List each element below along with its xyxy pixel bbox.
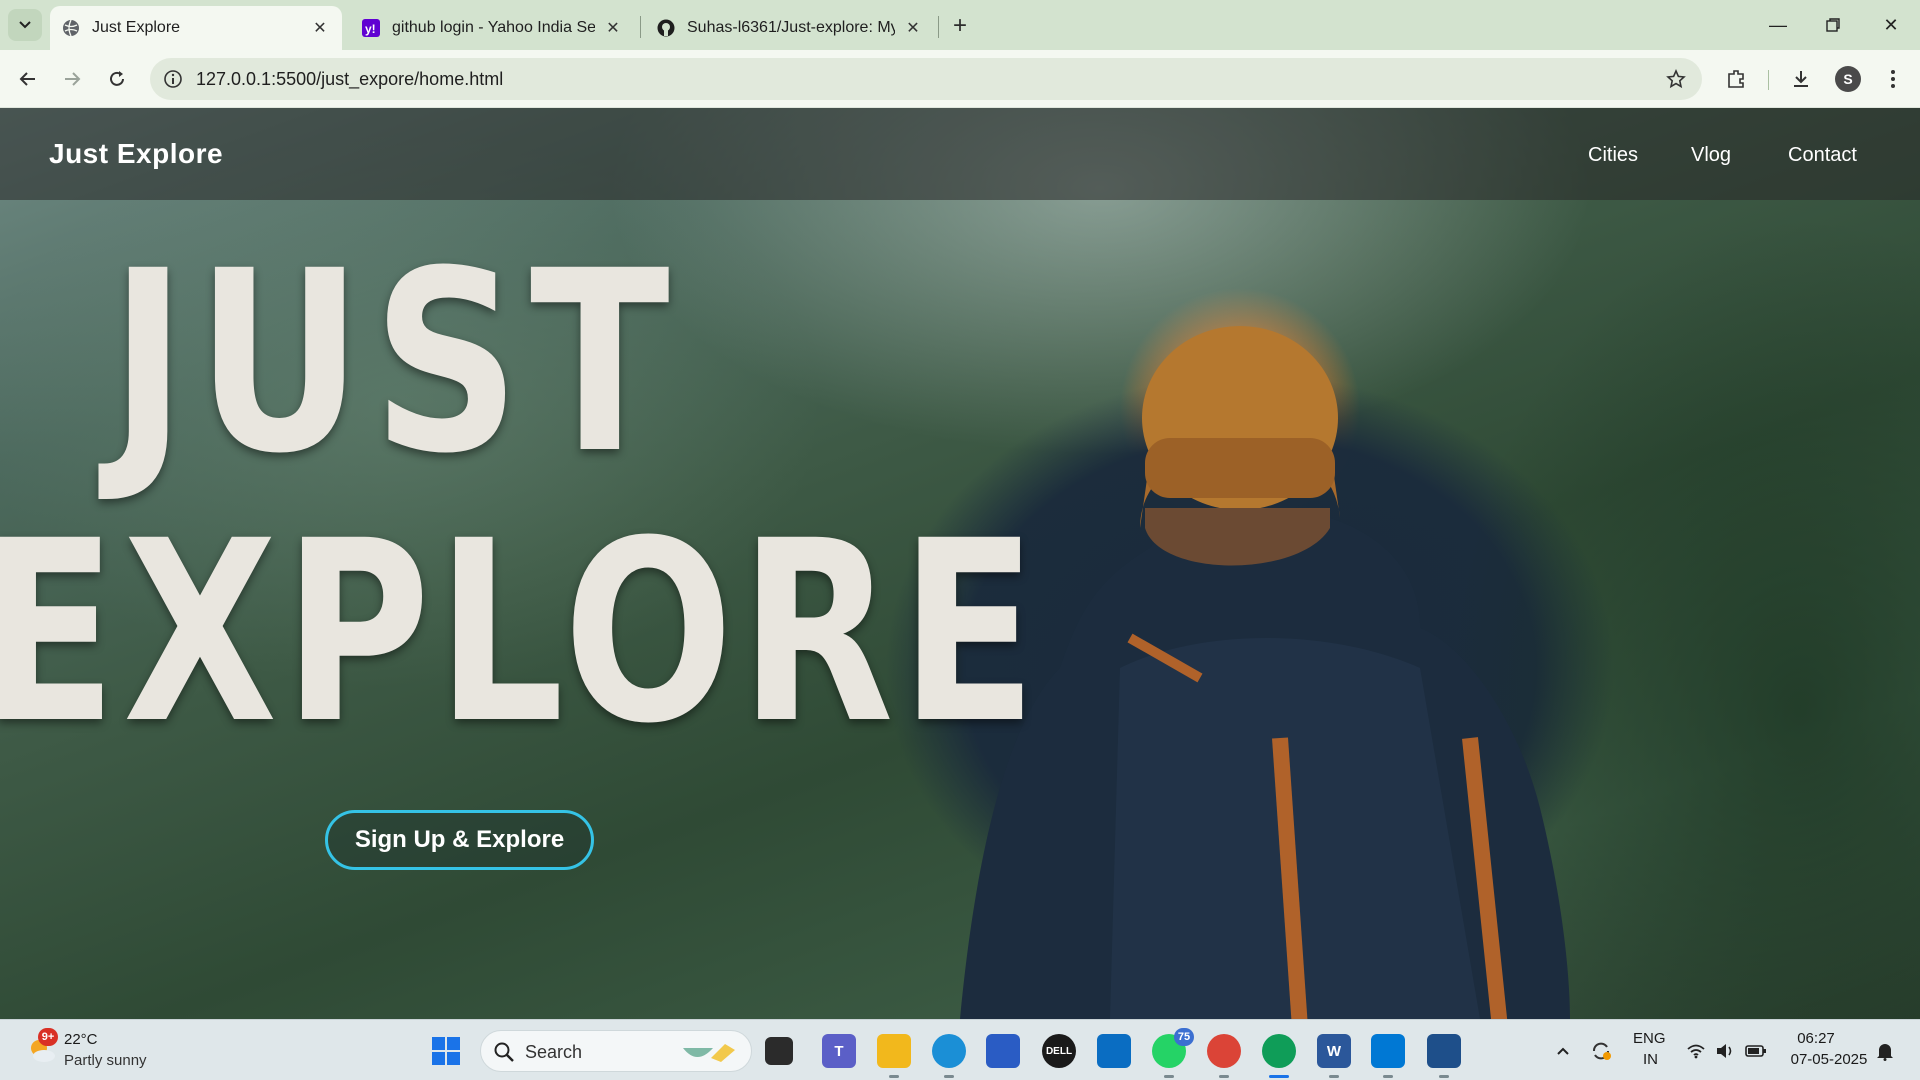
close-tab-icon[interactable]: ✕ — [603, 18, 623, 38]
github-icon — [657, 19, 675, 37]
tab-yahoo-search[interactable]: y! github login - Yahoo India Sear ✕ — [350, 6, 635, 50]
weather-badge: 9+ — [38, 1028, 58, 1046]
hero-title-line-1: JUST — [110, 217, 680, 508]
search-placeholder: Search — [525, 1042, 583, 1062]
chrome-profile-t-icon[interactable] — [1207, 1034, 1241, 1078]
url-text[interactable]: 127.0.0.1:5500/just_expore/home.html — [196, 69, 503, 90]
tab-separator — [640, 16, 641, 38]
file-explorer-icon[interactable] — [877, 1034, 911, 1078]
close-tab-icon[interactable]: ✕ — [903, 18, 923, 38]
toolbar-divider — [1768, 70, 1769, 90]
region-indicator[interactable]: IN — [1643, 1051, 1658, 1068]
nav-link-cities[interactable]: Cities — [1588, 144, 1638, 167]
search-highlight-icon — [683, 1044, 735, 1062]
address-bar[interactable]: 127.0.0.1:5500/just_expore/home.html — [150, 58, 1702, 100]
notifications-bell-icon[interactable] — [1874, 1040, 1896, 1062]
remote-desktop-icon[interactable] — [1097, 1034, 1131, 1068]
yahoo-icon: y! — [362, 19, 380, 37]
word-icon[interactable]: W — [1317, 1034, 1351, 1078]
bookmark-star-icon[interactable] — [1664, 67, 1688, 91]
clock-time[interactable]: 06:27 — [1786, 1030, 1846, 1047]
close-window-icon[interactable]: ✕ — [1876, 10, 1906, 40]
teams-icon[interactable]: T — [822, 1034, 856, 1068]
restore-icon[interactable] — [1818, 10, 1848, 40]
site-navbar: Just Explore Cities Vlog Contact — [0, 108, 1920, 200]
globe-icon — [62, 19, 80, 37]
language-indicator[interactable]: ENG — [1633, 1030, 1666, 1047]
chevron-up-icon[interactable] — [1552, 1040, 1574, 1062]
vscode-icon[interactable] — [1371, 1034, 1405, 1078]
tab-title: github login - Yahoo India Sear — [392, 19, 595, 36]
clock-date[interactable]: 07-05-2025 — [1786, 1051, 1872, 1068]
site-info-icon[interactable] — [162, 68, 184, 90]
nav-link-contact[interactable]: Contact — [1788, 144, 1857, 167]
tab-title: Just Explore — [92, 19, 181, 36]
new-tab-button[interactable]: + — [946, 12, 974, 40]
tab-separator — [938, 16, 939, 38]
tab-just-explore[interactable]: Just Explore ✕ — [50, 6, 342, 50]
chevron-down-icon — [19, 21, 31, 29]
extensions-icon[interactable] — [1722, 65, 1750, 93]
microsoft-store-icon[interactable] — [986, 1034, 1020, 1068]
browser-toolbar: 127.0.0.1:5500/just_expore/home.html S — [0, 50, 1920, 108]
search-icon — [494, 1042, 514, 1062]
task-view-icon[interactable] — [765, 1037, 793, 1065]
dell-icon[interactable]: DELL — [1042, 1034, 1076, 1068]
chrome-profile-s-icon[interactable] — [1262, 1034, 1296, 1078]
minimize-icon[interactable]: — — [1763, 10, 1793, 40]
download-icon[interactable] — [1787, 65, 1815, 93]
close-tab-icon[interactable]: ✕ — [310, 18, 330, 38]
edge-icon[interactable] — [932, 1034, 966, 1078]
site-brand[interactable]: Just Explore — [49, 138, 223, 170]
hero-title-line-2: EXPLORE — [0, 487, 1044, 778]
battery-icon[interactable] — [1745, 1040, 1767, 1062]
browser-tab-strip: Just Explore ✕ y! github login - Yahoo I… — [0, 0, 1920, 50]
volume-icon[interactable] — [1714, 1040, 1736, 1062]
nav-link-vlog[interactable]: Vlog — [1691, 144, 1731, 167]
signup-explore-button[interactable]: Sign Up & Explore — [325, 810, 594, 870]
windows-taskbar: 9+ 22°C Partly sunny Search T DELL 75 W … — [0, 1019, 1920, 1080]
whatsapp-badge: 75 — [1174, 1028, 1194, 1046]
svg-text:y!: y! — [365, 22, 376, 36]
taskbar-search[interactable]: Search — [480, 1030, 752, 1072]
browser-menu-icon[interactable] — [1879, 65, 1907, 93]
forward-arrow-icon[interactable] — [56, 63, 88, 95]
weather-temperature[interactable]: 22°C — [64, 1031, 98, 1048]
windows-start-icon[interactable] — [432, 1037, 460, 1065]
tab-github-repo[interactable]: Suhas-l6361/Just-explore: My n ✕ — [645, 6, 935, 50]
whatsapp-icon[interactable]: 75 — [1152, 1028, 1194, 1078]
tab-search-button[interactable] — [8, 9, 42, 41]
reload-icon[interactable] — [101, 63, 133, 95]
wifi-icon[interactable] — [1685, 1040, 1707, 1062]
tab-title: Suhas-l6361/Just-explore: My n — [687, 19, 895, 36]
snipping-tool-icon[interactable] — [1427, 1034, 1461, 1078]
weather-description[interactable]: Partly sunny — [64, 1052, 147, 1069]
back-arrow-icon[interactable] — [12, 63, 44, 95]
profile-avatar[interactable]: S — [1835, 66, 1861, 92]
page-viewport: Just Explore Cities Vlog Contact JUST EX… — [0, 108, 1920, 1019]
sync-icon[interactable] — [1590, 1040, 1612, 1062]
